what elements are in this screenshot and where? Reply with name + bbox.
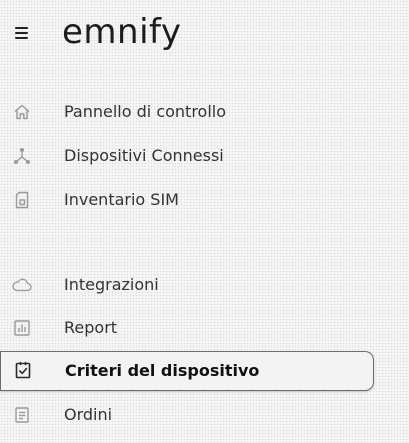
sidebar-item-report[interactable]: Report bbox=[0, 308, 374, 348]
document-icon bbox=[12, 405, 32, 425]
bar-chart-icon bbox=[12, 318, 32, 338]
clipboard-check-icon bbox=[13, 360, 33, 380]
home-icon bbox=[12, 102, 32, 122]
sidebar-item-label: Dispositivi Connessi bbox=[64, 146, 224, 165]
network-icon bbox=[12, 146, 32, 166]
sidebar-item-label: Criteri del dispositivo bbox=[65, 361, 260, 380]
sidebar-item-dispositivi-connessi[interactable]: Dispositivi Connessi bbox=[0, 136, 374, 176]
sidebar-item-label: Integrazioni bbox=[64, 275, 159, 294]
cloud-icon bbox=[12, 275, 32, 295]
hamburger-icon bbox=[15, 27, 28, 29]
sidebar-item-criteri-del-dispositivo[interactable]: Criteri del dispositivo bbox=[0, 351, 374, 391]
sidebar-item-label: Report bbox=[64, 318, 118, 337]
sidebar-item-label: Inventario SIM bbox=[64, 190, 179, 209]
sidebar-item-label: Pannello di controllo bbox=[64, 102, 227, 121]
sidebar-item-integrazioni[interactable]: Integrazioni bbox=[0, 265, 374, 305]
sidebar-item-inventario-sim[interactable]: Inventario SIM bbox=[0, 180, 374, 220]
brand-logo[interactable]: emnify bbox=[62, 8, 182, 56]
sidebar-item-pannello-di-controllo[interactable]: Pannello di controllo bbox=[0, 92, 374, 132]
sidebar-item-ordini[interactable]: Ordini bbox=[0, 395, 374, 435]
sim-card-icon bbox=[12, 190, 32, 210]
menu-toggle-button[interactable] bbox=[12, 25, 32, 41]
sidebar-item-label: Ordini bbox=[64, 405, 113, 424]
